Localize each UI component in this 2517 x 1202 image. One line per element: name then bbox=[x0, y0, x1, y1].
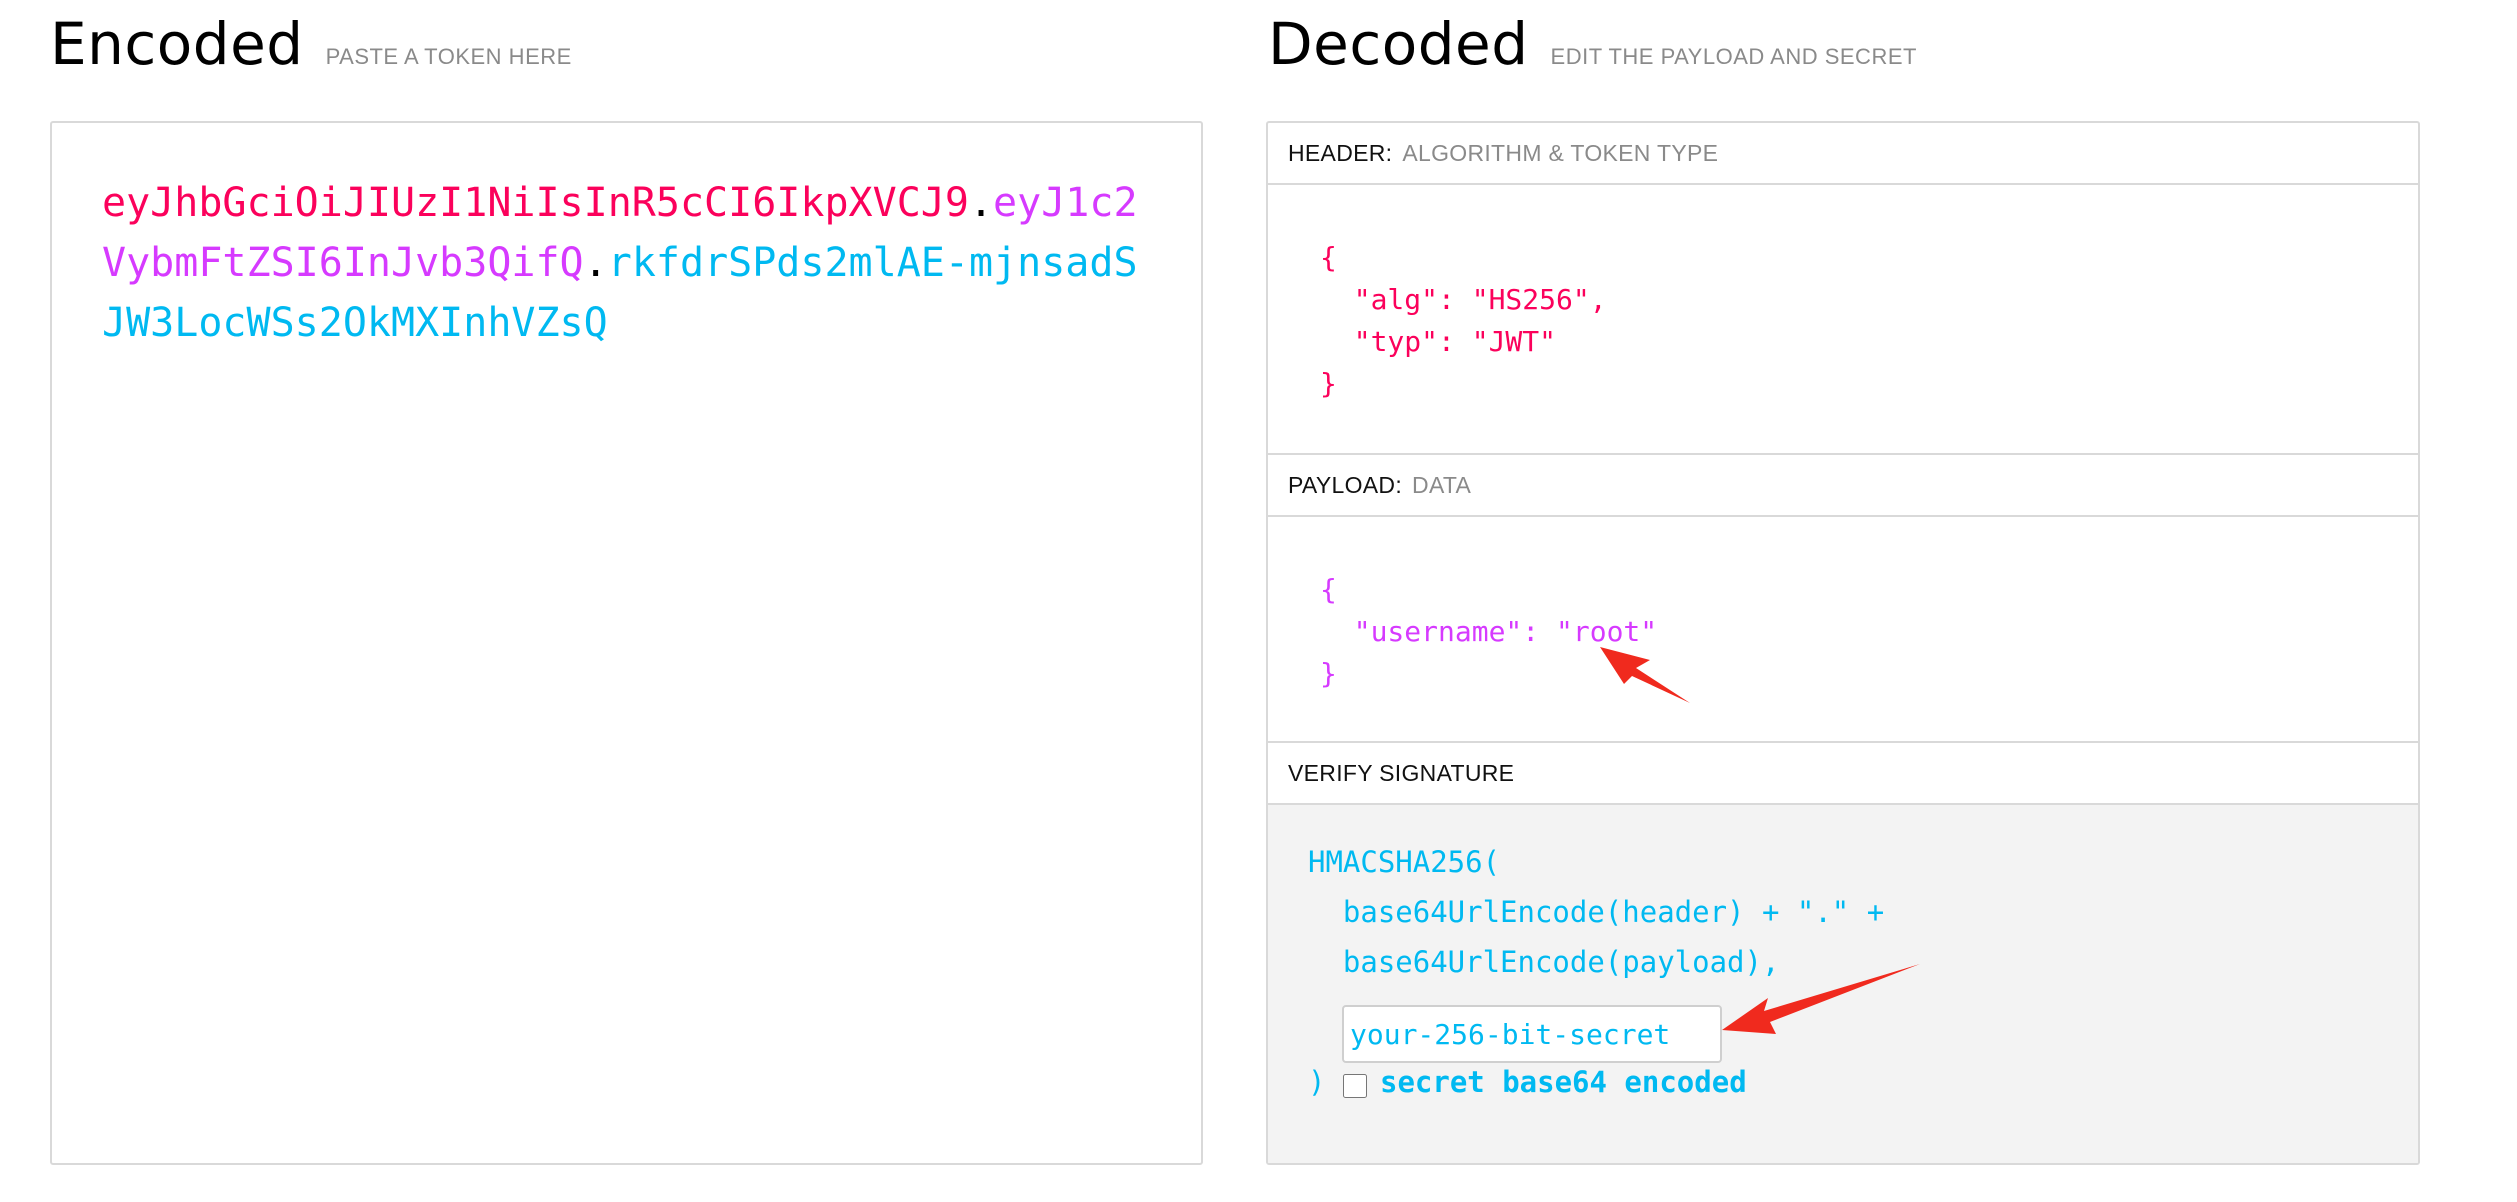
hmac-close-paren: ) bbox=[1308, 1065, 1326, 1099]
hmac-function-line: HMACSHA256( bbox=[1308, 845, 1501, 879]
decoded-heading: Decoded EDIT THE PAYLOAD AND SECRET bbox=[1268, 4, 1917, 104]
verify-section-title: VERIFY SIGNATURE bbox=[1268, 743, 2418, 805]
hmac-payload-line: base64UrlEncode(payload), bbox=[1308, 945, 1780, 979]
encoded-subtitle: PASTE A TOKEN HERE bbox=[325, 44, 572, 69]
json-line: } bbox=[1320, 367, 1337, 400]
secret-base64-checkbox[interactable] bbox=[1343, 1074, 1367, 1098]
header-json-editor[interactable]: { "alg": "HS256", "typ": "JWT"} bbox=[1268, 185, 2418, 455]
json-line: "username": "root" bbox=[1320, 615, 1658, 648]
json-line: "typ": "JWT" bbox=[1320, 325, 1557, 358]
secret-input[interactable] bbox=[1342, 1005, 1722, 1063]
verify-label: VERIFY SIGNATURE bbox=[1288, 759, 1515, 786]
header-label: HEADER: bbox=[1288, 139, 1393, 166]
json-line: { bbox=[1320, 241, 1337, 274]
decoded-panel: HEADER: ALGORITHM & TOKEN TYPE { "alg": … bbox=[1266, 121, 2420, 1165]
payload-section-title: PAYLOAD: DATA bbox=[1268, 455, 2418, 517]
encoded-token-editor[interactable]: eyJhbGciOiJIUzI1NiIsInR5cCI6IkpXVCJ9.eyJ… bbox=[50, 121, 1203, 1165]
json-line: } bbox=[1320, 657, 1337, 690]
encoded-title: Encoded bbox=[50, 10, 304, 78]
header-section-title: HEADER: ALGORITHM & TOKEN TYPE bbox=[1268, 123, 2418, 185]
verify-signature-body: HMACSHA256( base64UrlEncode(header) + ".… bbox=[1268, 805, 2418, 1163]
payload-json-editor[interactable]: { "username": "root"} bbox=[1268, 517, 2418, 743]
token-header-part: eyJhbGciOiJIUzI1NiIsInR5cCI6IkpXVCJ9 bbox=[102, 180, 969, 226]
payload-json[interactable]: { "username": "root"} bbox=[1320, 569, 1657, 695]
payload-label: PAYLOAD: bbox=[1288, 471, 1403, 498]
token-separator: . bbox=[968, 180, 994, 226]
json-line: { bbox=[1320, 573, 1337, 606]
hmac-header-line: base64UrlEncode(header) + "." + bbox=[1308, 895, 1885, 929]
decoded-title: Decoded bbox=[1268, 10, 1529, 78]
json-line: "alg": "HS256", bbox=[1320, 283, 1607, 316]
decoded-subtitle: EDIT THE PAYLOAD AND SECRET bbox=[1550, 44, 1917, 69]
secret-base64-label[interactable]: secret base64 encoded bbox=[1380, 1065, 1747, 1099]
token-separator: . bbox=[583, 240, 608, 286]
encoded-heading: Encoded PASTE A TOKEN HERE bbox=[50, 4, 572, 104]
payload-sublabel: DATA bbox=[1412, 471, 1472, 498]
header-sublabel: ALGORITHM & TOKEN TYPE bbox=[1402, 139, 1719, 166]
header-json[interactable]: { "alg": "HS256", "typ": "JWT"} bbox=[1320, 237, 1607, 405]
token-text[interactable]: eyJhbGciOiJIUzI1NiIsInR5cCI6IkpXVCJ9.eyJ… bbox=[102, 173, 1142, 353]
